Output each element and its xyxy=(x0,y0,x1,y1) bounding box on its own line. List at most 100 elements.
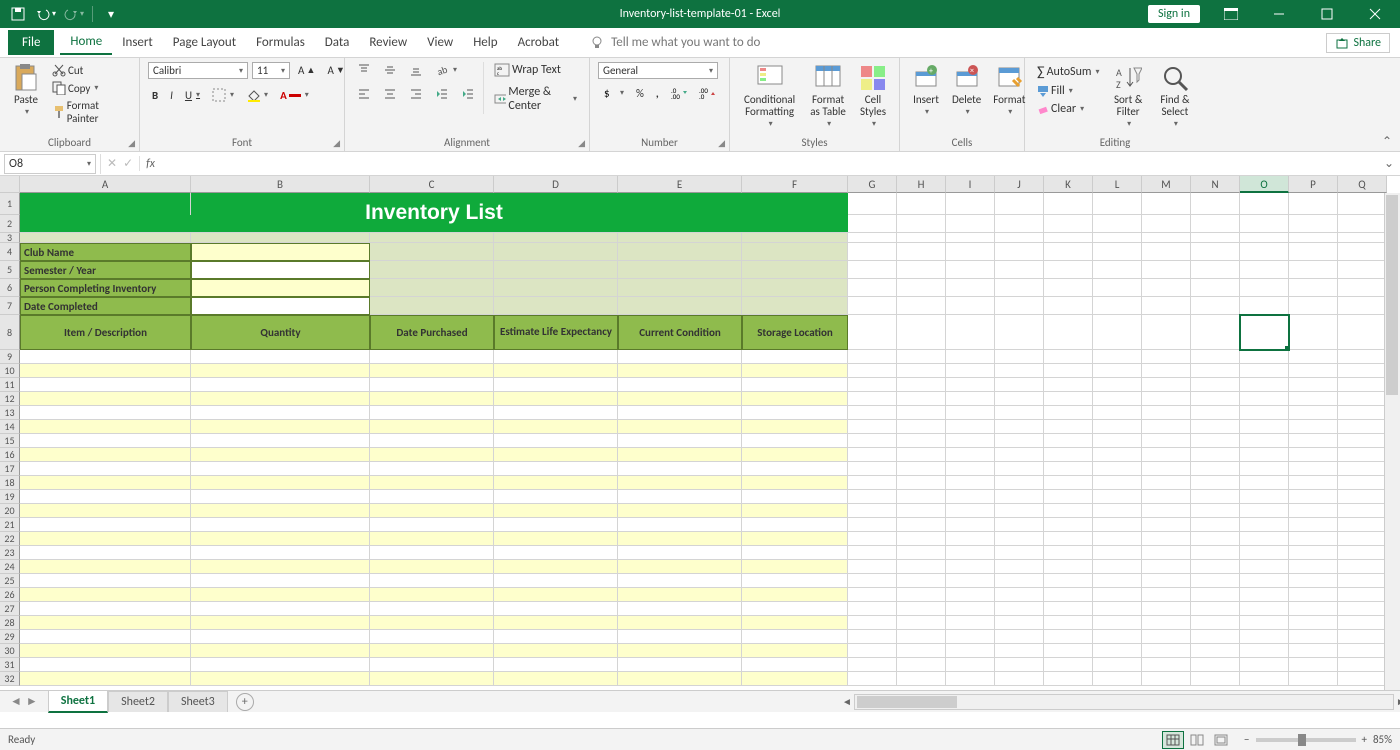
cell[interactable] xyxy=(1191,261,1240,279)
cell[interactable] xyxy=(1240,644,1289,658)
cell[interactable] xyxy=(1093,193,1142,215)
cell[interactable] xyxy=(1240,448,1289,462)
cell[interactable] xyxy=(1142,233,1191,243)
expand-formula-bar-icon[interactable]: ⌄ xyxy=(1384,156,1394,171)
cell[interactable] xyxy=(618,193,742,215)
cell[interactable] xyxy=(191,546,370,560)
bold-button[interactable]: B xyxy=(148,88,162,103)
cell[interactable] xyxy=(1142,243,1191,261)
sheet-tab-3[interactable]: Sheet3 xyxy=(168,691,228,712)
cell[interactable] xyxy=(1338,462,1387,476)
cell[interactable] xyxy=(494,261,618,279)
cell[interactable] xyxy=(946,350,995,364)
cell[interactable] xyxy=(1044,476,1093,490)
cell[interactable] xyxy=(370,462,494,476)
cell[interactable] xyxy=(1338,297,1387,315)
cell[interactable] xyxy=(1289,658,1338,672)
cell[interactable] xyxy=(191,602,370,616)
select-all-cell[interactable] xyxy=(0,176,20,193)
cell[interactable] xyxy=(1289,490,1338,504)
cell[interactable] xyxy=(1093,297,1142,315)
font-name-combo[interactable]: Calibri▾ xyxy=(148,62,248,79)
cell[interactable] xyxy=(191,630,370,644)
column-header[interactable]: A xyxy=(20,176,191,193)
cell[interactable] xyxy=(1044,644,1093,658)
cell[interactable] xyxy=(946,630,995,644)
cell[interactable]: Date Completed xyxy=(20,297,191,315)
align-left-icon[interactable] xyxy=(353,86,375,102)
cell[interactable] xyxy=(1338,574,1387,588)
cell[interactable] xyxy=(370,588,494,602)
tab-home[interactable]: Home xyxy=(60,30,112,55)
cell[interactable] xyxy=(897,644,946,658)
cell[interactable] xyxy=(742,518,848,532)
cell[interactable] xyxy=(1289,434,1338,448)
column-header[interactable]: Q xyxy=(1338,176,1387,193)
cell[interactable] xyxy=(1142,476,1191,490)
cell[interactable] xyxy=(1044,560,1093,574)
cell[interactable] xyxy=(20,546,191,560)
cell[interactable] xyxy=(1191,448,1240,462)
cell[interactable] xyxy=(1142,261,1191,279)
cell[interactable] xyxy=(1044,448,1093,462)
cell[interactable] xyxy=(20,644,191,658)
collapse-ribbon-icon[interactable]: ⌃ xyxy=(1382,134,1392,149)
row-header[interactable]: 29 xyxy=(0,630,20,644)
font-size-combo[interactable]: 11▾ xyxy=(252,62,290,79)
cell[interactable] xyxy=(1142,658,1191,672)
format-cells-button[interactable]: Format▾ xyxy=(989,62,1029,119)
cell[interactable] xyxy=(618,588,742,602)
cell[interactable] xyxy=(742,546,848,560)
cell[interactable] xyxy=(742,193,848,215)
tab-insert[interactable]: Insert xyxy=(112,31,163,54)
cell[interactable] xyxy=(191,193,370,215)
cell[interactable] xyxy=(618,616,742,630)
decrease-decimal-icon[interactable]: .00.0 xyxy=(695,85,719,101)
cell[interactable] xyxy=(742,233,848,243)
cell[interactable] xyxy=(742,574,848,588)
row-header[interactable]: 25 xyxy=(0,574,20,588)
row-header[interactable]: 4 xyxy=(0,243,20,261)
sheet-tab-2[interactable]: Sheet2 xyxy=(108,691,168,712)
cell[interactable] xyxy=(1338,364,1387,378)
cell[interactable] xyxy=(370,504,494,518)
cell[interactable] xyxy=(995,434,1044,448)
cell[interactable] xyxy=(618,672,742,686)
cell[interactable] xyxy=(995,532,1044,546)
cell[interactable] xyxy=(897,504,946,518)
number-launcher-icon[interactable]: ◢ xyxy=(718,138,725,149)
cell[interactable] xyxy=(1044,215,1093,233)
column-header[interactable]: C xyxy=(370,176,494,193)
cell[interactable] xyxy=(1142,560,1191,574)
cell[interactable] xyxy=(946,297,995,315)
cell[interactable] xyxy=(995,518,1044,532)
cell[interactable] xyxy=(370,279,494,297)
cell[interactable] xyxy=(946,261,995,279)
cell[interactable] xyxy=(1093,261,1142,279)
cell[interactable] xyxy=(618,546,742,560)
cell[interactable] xyxy=(1338,602,1387,616)
cell[interactable] xyxy=(494,630,618,644)
cell[interactable] xyxy=(370,350,494,364)
maximize-icon[interactable] xyxy=(1304,0,1350,28)
cell[interactable] xyxy=(946,279,995,297)
row-header[interactable]: 8 xyxy=(0,315,20,350)
cell[interactable] xyxy=(848,672,897,686)
cell[interactable] xyxy=(946,233,995,243)
cell[interactable] xyxy=(995,193,1044,215)
align-center-icon[interactable] xyxy=(379,86,401,102)
cell[interactable] xyxy=(494,279,618,297)
cell[interactable] xyxy=(618,261,742,279)
cell[interactable] xyxy=(191,261,370,279)
cell[interactable] xyxy=(494,560,618,574)
cell[interactable] xyxy=(897,297,946,315)
cell[interactable] xyxy=(494,658,618,672)
cell[interactable] xyxy=(995,406,1044,420)
cell[interactable] xyxy=(494,392,618,406)
cell[interactable] xyxy=(370,406,494,420)
cell-styles-button[interactable]: Cell Styles▾ xyxy=(855,62,891,131)
cell[interactable] xyxy=(1044,630,1093,644)
cell[interactable] xyxy=(494,193,618,215)
cell[interactable] xyxy=(1240,215,1289,233)
cell[interactable] xyxy=(848,588,897,602)
